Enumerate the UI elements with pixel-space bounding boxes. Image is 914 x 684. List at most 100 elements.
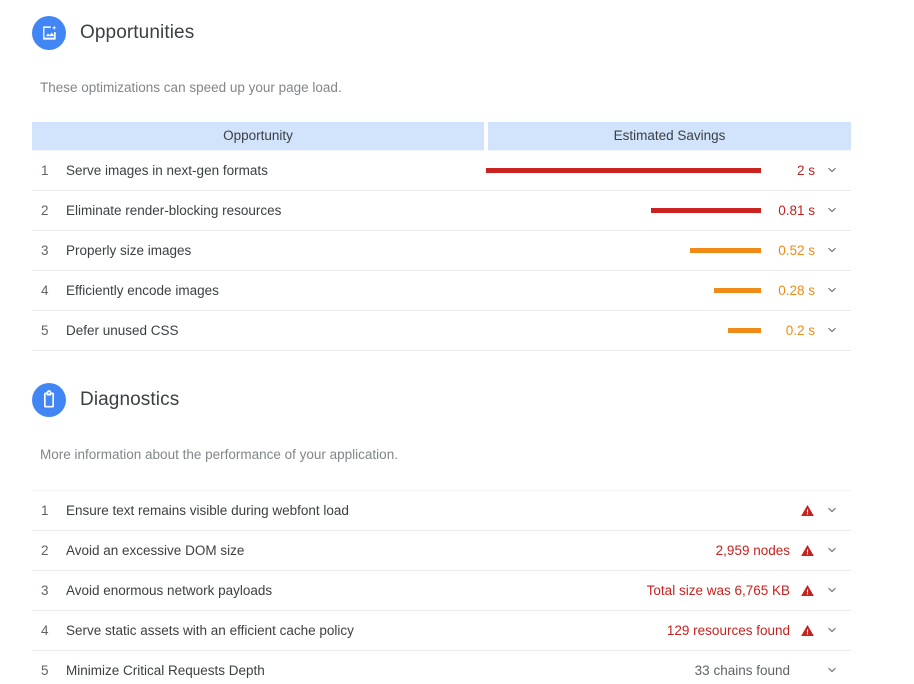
column-header-opportunity: Opportunity xyxy=(32,122,488,150)
chevron-down-icon[interactable] xyxy=(824,162,840,178)
row-index: 4 xyxy=(41,282,49,298)
savings-bar xyxy=(714,287,761,293)
diagnostic-title[interactable]: Serve static assets with an efficient ca… xyxy=(66,623,354,638)
savings-value: 0.52 s xyxy=(778,242,815,258)
diagnostics-header: Diagnostics xyxy=(0,382,914,417)
opportunities-table-body: 1 Serve images in next-gen formats 2 s 2 Eli… xyxy=(32,149,851,351)
chevron-down-icon[interactable] xyxy=(824,582,840,598)
opportunity-cell: 4 Efficiently encode images xyxy=(32,270,486,311)
opportunity-title[interactable]: Efficiently encode images xyxy=(66,283,219,298)
image-plus-icon xyxy=(32,16,66,50)
diagnostics-table: 1 Ensure text remains visible during webf… xyxy=(32,489,851,684)
row-index: 1 xyxy=(41,162,49,178)
row-index: 5 xyxy=(41,662,49,678)
row-index: 5 xyxy=(41,322,49,338)
diagnostic-title[interactable]: Minimize Critical Requests Depth xyxy=(66,663,265,678)
table-row[interactable]: 1 Ensure text remains visible during webf… xyxy=(32,489,851,531)
savings-bar-track xyxy=(486,247,761,253)
opportunity-title[interactable]: Properly size images xyxy=(66,243,191,258)
column-header-estimated-savings: Estimated Savings xyxy=(486,122,851,150)
opportunity-title[interactable]: Eliminate render-blocking resources xyxy=(66,203,281,218)
table-row[interactable]: 3 Avoid enormous network payloads Total si… xyxy=(32,570,851,611)
opportunity-title[interactable]: Serve images in next-gen formats xyxy=(66,163,268,178)
opportunities-header-row: Opportunity Estimated Savings xyxy=(32,122,851,150)
diagnostics-section: Diagnostics More information about the p… xyxy=(0,382,914,684)
savings-value: 0.2 s xyxy=(785,322,815,338)
row-index: 4 xyxy=(41,622,49,638)
opportunities-table: Opportunity Estimated Savings 1 Serve ima… xyxy=(32,122,851,351)
diagnostic-cell: 2 Avoid an excessive DOM size xyxy=(32,530,442,571)
warning-triangle-icon xyxy=(799,582,815,598)
diagnostic-title[interactable]: Avoid enormous network payloads xyxy=(66,583,272,598)
estimated-savings-cell: 0.2 s xyxy=(486,310,851,351)
diagnostic-value: Total size was 6,765 KB xyxy=(646,582,790,598)
warning-triangle-icon xyxy=(799,502,815,518)
savings-bar xyxy=(486,167,761,173)
savings-bar xyxy=(689,247,761,253)
table-row[interactable]: 5 Minimize Critical Requests Depth 33 chai… xyxy=(32,650,851,684)
savings-bar xyxy=(728,327,761,333)
chevron-down-icon[interactable] xyxy=(824,322,840,338)
diagnostics-description: More information about the performance o… xyxy=(40,446,398,462)
table-row[interactable]: 2 Avoid an excessive DOM size 2,959 nodes xyxy=(32,530,851,571)
opportunity-cell: 2 Eliminate render-blocking resources xyxy=(32,190,486,231)
diagnostic-value-cell: 33 chains found xyxy=(441,650,851,684)
opportunities-header: Opportunities xyxy=(0,16,914,50)
diagnostic-value-cell xyxy=(441,489,851,531)
row-index: 1 xyxy=(41,502,49,518)
savings-bar-track xyxy=(486,327,761,333)
savings-bar-track xyxy=(486,287,761,293)
savings-value: 0.81 s xyxy=(778,202,815,218)
chevron-down-icon[interactable] xyxy=(824,242,840,258)
chevron-down-icon[interactable] xyxy=(824,202,840,218)
warning-triangle-icon xyxy=(799,542,815,558)
row-index: 2 xyxy=(41,202,49,218)
opportunities-table-head: Opportunity Estimated Savings xyxy=(32,122,851,150)
savings-bar-track xyxy=(486,207,761,213)
estimated-savings-cell: 0.28 s xyxy=(486,270,851,311)
row-index: 3 xyxy=(41,582,49,598)
opportunities-description: These optimizations can speed up your pa… xyxy=(40,80,342,95)
diagnostic-value-cell: Total size was 6,765 KB xyxy=(441,570,851,611)
estimated-savings-cell: 0.81 s xyxy=(486,190,851,231)
savings-value: 0.28 s xyxy=(778,282,815,298)
table-row[interactable]: 4 Serve static assets with an efficient c… xyxy=(32,610,851,651)
diagnostics-title: Diagnostics xyxy=(80,388,180,410)
chevron-down-icon[interactable] xyxy=(824,662,840,678)
diagnostic-title[interactable]: Ensure text remains visible during webfo… xyxy=(66,503,349,518)
estimated-savings-cell: 2 s xyxy=(486,149,851,191)
row-index: 3 xyxy=(41,242,49,258)
table-row[interactable]: 1 Serve images in next-gen formats 2 s xyxy=(32,149,851,191)
opportunities-title: Opportunities xyxy=(80,22,195,43)
savings-bar-track xyxy=(486,167,761,173)
row-index: 2 xyxy=(41,542,49,558)
chevron-down-icon[interactable] xyxy=(824,502,840,518)
diagnostic-cell: 1 Ensure text remains visible during webf… xyxy=(32,489,442,531)
diagnostic-title[interactable]: Avoid an excessive DOM size xyxy=(66,543,244,558)
estimated-savings-cell: 0.52 s xyxy=(486,230,851,271)
table-row[interactable]: 5 Defer unused CSS 0.2 s xyxy=(32,310,851,351)
chevron-down-icon[interactable] xyxy=(824,542,840,558)
opportunity-cell: 1 Serve images in next-gen formats xyxy=(32,149,486,191)
savings-bar xyxy=(651,207,761,213)
opportunity-cell: 3 Properly size images xyxy=(32,230,486,271)
diagnostic-cell: 4 Serve static assets with an efficient c… xyxy=(32,610,442,651)
opportunity-title[interactable]: Defer unused CSS xyxy=(66,323,179,338)
table-row[interactable]: 3 Properly size images 0.52 s xyxy=(32,230,851,271)
chevron-down-icon[interactable] xyxy=(824,622,840,638)
savings-value: 2 s xyxy=(796,162,815,178)
opportunity-cell: 5 Defer unused CSS xyxy=(32,310,486,351)
diagnostic-value: 129 resources found xyxy=(666,622,790,638)
opportunities-section: Opportunities These optimizations can sp… xyxy=(0,0,914,351)
diagnostic-value: 2,959 nodes xyxy=(715,542,790,558)
table-row[interactable]: 2 Eliminate render-blocking resources 0.81… xyxy=(32,190,851,231)
warning-triangle-icon xyxy=(799,622,815,638)
diagnostic-value-cell: 2,959 nodes xyxy=(441,530,851,571)
chevron-down-icon[interactable] xyxy=(824,282,840,298)
clipboard-icon xyxy=(32,382,66,417)
lighthouse-report-page: Opportunities These optimizations can sp… xyxy=(0,0,914,684)
diagnostics-table-body: 1 Ensure text remains visible during webf… xyxy=(32,489,851,684)
diagnostic-value: 33 chains found xyxy=(694,662,790,678)
diagnostic-value-cell: 129 resources found xyxy=(441,610,851,651)
table-row[interactable]: 4 Efficiently encode images 0.28 s xyxy=(32,270,851,311)
